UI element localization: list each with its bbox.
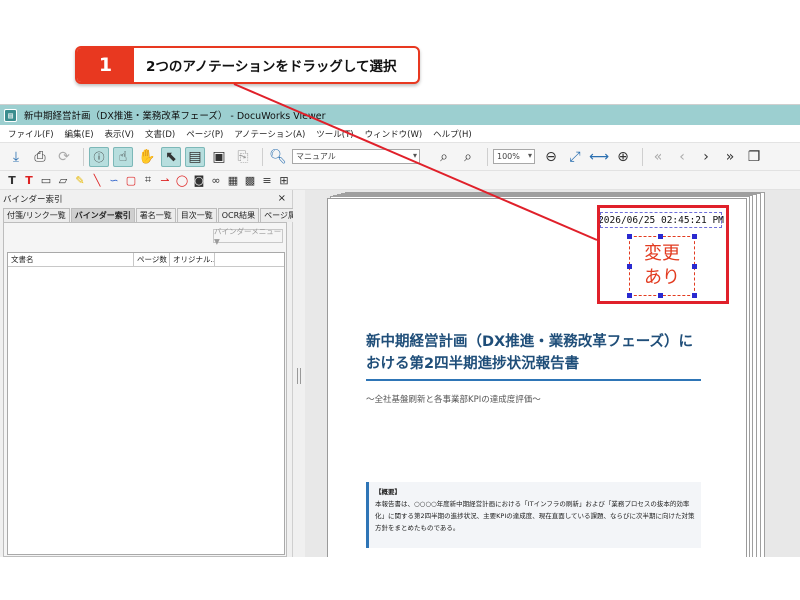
pointer-mode-icon[interactable]: ☝ bbox=[113, 146, 133, 167]
ellipse-tool-icon[interactable]: ◯ bbox=[176, 173, 188, 187]
zoom-value: 100% bbox=[497, 152, 520, 161]
search-next-icon[interactable]: ⌕ bbox=[434, 147, 454, 167]
column-original[interactable]: オリジナル... bbox=[170, 253, 215, 266]
next-page-icon[interactable]: › bbox=[696, 147, 716, 167]
menu-document[interactable]: 文書(D) bbox=[145, 128, 175, 140]
tag-icon[interactable]: ▱ bbox=[57, 173, 69, 187]
main-toolbar: ⤓ ⎙ ⟳ ⓘ ☝ ✋ ⬉ ▤ ▣ ⎘ 🔍︎ マニュアル ▾ ⌕ ⌕ 100% … bbox=[0, 143, 800, 171]
panel-body: バインダーメニュー ▼ 文書名 ページ数 オリジナル... bbox=[3, 222, 287, 557]
close-icon[interactable]: × bbox=[278, 193, 286, 204]
window-title: 新中期経営計画（DX推進・業務改革フェーズ） - DocuWorks Viewe… bbox=[24, 111, 326, 122]
toolbar-divider bbox=[487, 147, 488, 166]
menu-file[interactable]: ファイル(F) bbox=[8, 128, 54, 140]
text-tool-icon[interactable]: T bbox=[6, 173, 18, 187]
info-icon[interactable]: ⓘ bbox=[89, 146, 109, 167]
signature-icon[interactable]: ▩ bbox=[244, 173, 256, 187]
app-window: ▤ 新中期経営計画（DX推進・業務改革フェーズ） - DocuWorks Vie… bbox=[0, 104, 800, 557]
property-icon[interactable]: ≡ bbox=[261, 173, 273, 187]
toolbar-divider bbox=[83, 147, 84, 166]
first-page-icon[interactable]: « bbox=[648, 147, 668, 167]
last-page-icon[interactable]: » bbox=[720, 147, 740, 167]
panel-tabs: 付箋/リンク一覧 バインダー索引 署名一覧 目次一覧 OCR結果 ページ属性 bbox=[0, 207, 308, 222]
document-title: 新中期経営計画（DX推進・業務改革フェーズ）における第2四半期進捗状況報告書 bbox=[366, 334, 693, 372]
title-divider bbox=[366, 379, 701, 381]
link-icon[interactable]: ∞ bbox=[210, 173, 222, 187]
instruction-callout: 1 2つのアノテーションをドラッグして選択 bbox=[75, 46, 420, 84]
summary-title: 【概要】 bbox=[375, 488, 401, 496]
panel-splitter[interactable] bbox=[293, 190, 305, 557]
marker-icon[interactable]: ✎ bbox=[74, 173, 86, 187]
summary-box: 【概要】 本報告書は、○○○○年度新中期経営計画における「ITインフラの刷新」お… bbox=[366, 482, 701, 548]
page-view-icon[interactable]: ❐ bbox=[744, 147, 764, 167]
export-icon[interactable]: ⎘ bbox=[233, 147, 253, 167]
panel-header: バインダー索引 × bbox=[0, 190, 292, 207]
tab-signatures[interactable]: 署名一覧 bbox=[135, 208, 176, 222]
binder-menu-button[interactable]: バインダーメニュー ▼ bbox=[213, 227, 283, 246]
column-page-count[interactable]: ページ数 bbox=[134, 253, 170, 266]
zoom-select[interactable]: 100% ▾ bbox=[493, 149, 535, 164]
tab-sticky-links[interactable]: 付箋/リンク一覧 bbox=[3, 208, 70, 222]
menu-help[interactable]: ヘルプ(H) bbox=[433, 128, 472, 140]
binder-index-panel: バインダー索引 × 付箋/リンク一覧 バインダー索引 署名一覧 目次一覧 OCR… bbox=[0, 190, 308, 557]
freehand-icon[interactable]: ∽ bbox=[108, 173, 120, 187]
toolbar-divider bbox=[262, 147, 263, 166]
search-prev-icon[interactable]: ⌕ bbox=[458, 147, 478, 167]
rectangle-tool-icon[interactable]: ▢ bbox=[125, 173, 137, 187]
red-text-tool-icon[interactable]: T bbox=[23, 173, 35, 187]
menu-page[interactable]: ページ(P) bbox=[186, 128, 223, 140]
hand-tool-icon[interactable]: ✋ bbox=[137, 147, 157, 167]
app-logo-icon: ▤ bbox=[4, 108, 17, 122]
tab-ocr[interactable]: OCR結果 bbox=[217, 208, 260, 222]
menu-view[interactable]: 表示(V) bbox=[105, 128, 134, 140]
document-subtitle: ～全社基盤刷新と各事業部KPIの達成度評価～ bbox=[366, 395, 541, 405]
menu-window[interactable]: ウィンドウ(W) bbox=[365, 128, 423, 140]
date-stamp-icon[interactable]: ◙ bbox=[193, 173, 205, 187]
chevron-down-icon[interactable]: ▾ bbox=[413, 151, 417, 160]
column-document-name[interactable]: 文書名 bbox=[8, 253, 134, 266]
search-icon[interactable]: 🔍︎ bbox=[268, 147, 288, 167]
zoom-out-icon[interactable]: ⊖ bbox=[541, 147, 561, 167]
instruction-text: 2つのアノテーションをドラッグして選択 bbox=[146, 59, 397, 75]
send-icon[interactable]: ⟳ bbox=[54, 147, 74, 167]
step-number: 1 bbox=[77, 48, 134, 82]
tab-toc[interactable]: 目次一覧 bbox=[176, 208, 217, 222]
sticky-note-icon[interactable]: ▭ bbox=[40, 173, 52, 187]
document-list[interactable]: 文書名 ページ数 オリジナル... bbox=[7, 252, 285, 555]
stamp-icon[interactable]: ▣ bbox=[209, 147, 229, 167]
zoom-in-icon[interactable]: ⊕ bbox=[613, 147, 633, 167]
menu-tools[interactable]: ツール(T) bbox=[316, 128, 353, 140]
line-tool-icon[interactable]: ╲ bbox=[91, 173, 103, 187]
annotation-list-icon[interactable]: ▤ bbox=[185, 146, 205, 167]
import-icon[interactable]: ⤓ bbox=[6, 147, 26, 167]
image-stamp-icon[interactable]: ▦ bbox=[227, 173, 239, 187]
menu-bar: ファイル(F) 編集(E) 表示(V) 文書(D) ページ(P) アノテーション… bbox=[0, 125, 800, 143]
panel-title: バインダー索引 bbox=[3, 194, 63, 205]
splitter-grip[interactable] bbox=[297, 368, 301, 384]
chevron-down-icon[interactable]: ▾ bbox=[528, 151, 532, 160]
toolbar-divider bbox=[642, 147, 643, 166]
select-annotation-icon[interactable]: ⬉ bbox=[161, 146, 181, 167]
title-bar: ▤ 新中期経営計画（DX推進・業務改革フェーズ） - DocuWorks Vie… bbox=[0, 105, 800, 125]
search-input[interactable]: マニュアル ▾ bbox=[292, 149, 420, 164]
summary-body: 本報告書は、○○○○年度新中期経営計画における「ITインフラの刷新」および「業務… bbox=[375, 500, 695, 532]
add-annotation-icon[interactable]: ⊞ bbox=[278, 173, 290, 187]
arrow-tool-icon[interactable]: ⇀ bbox=[159, 173, 171, 187]
tab-binder-index[interactable]: バインダー索引 bbox=[70, 208, 135, 222]
print-icon[interactable]: ⎙ bbox=[30, 147, 50, 167]
prev-page-icon[interactable]: ‹ bbox=[672, 147, 692, 167]
callout-tool-icon[interactable]: ⌗ bbox=[142, 173, 154, 187]
fit-width-icon[interactable]: ⟷ bbox=[589, 147, 609, 167]
fit-page-icon[interactable]: ⤢ bbox=[565, 147, 585, 167]
list-header: 文書名 ページ数 オリジナル... bbox=[8, 253, 284, 267]
annotation-toolbar: T T ▭ ▱ ✎ ╲ ∽ ▢ ⌗ ⇀ ◯ ◙ ∞ ▦ ▩ ≡ ⊞ bbox=[0, 171, 800, 190]
selection-highlight-box bbox=[597, 205, 729, 304]
search-value: マニュアル bbox=[296, 152, 336, 161]
menu-annotation[interactable]: アノテーション(A) bbox=[234, 128, 305, 140]
menu-edit[interactable]: 編集(E) bbox=[65, 128, 94, 140]
